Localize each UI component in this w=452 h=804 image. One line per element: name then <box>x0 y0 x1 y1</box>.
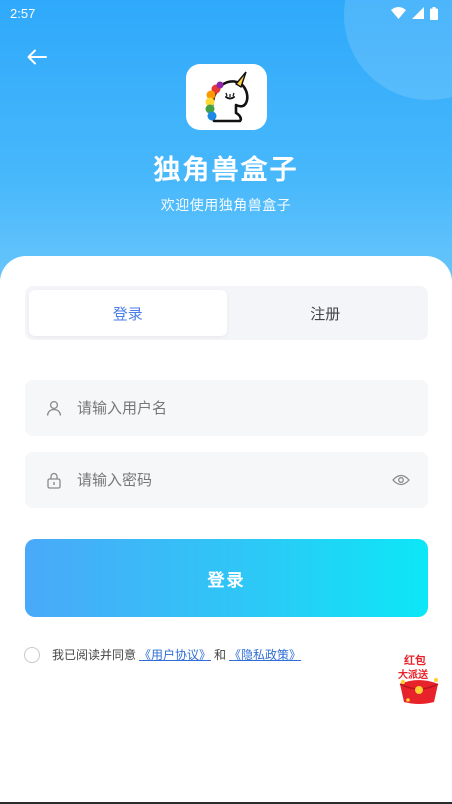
back-button[interactable] <box>22 42 52 72</box>
username-field <box>25 380 428 436</box>
status-bar: 2:57 <box>0 0 452 26</box>
status-icons <box>391 6 438 20</box>
login-button[interactable]: 登录 <box>25 539 428 617</box>
agreement-checkbox[interactable] <box>24 646 40 663</box>
status-time: 2:57 <box>10 5 36 21</box>
user-agreement-link[interactable]: 《用户协议》 <box>139 646 211 663</box>
arrow-left-icon <box>27 49 47 65</box>
red-packet-promo-button[interactable]: 红包 大派送 <box>394 650 444 704</box>
auth-tabs: 登录 注册 <box>25 286 428 340</box>
red-packet-line2: 大派送 <box>398 670 428 681</box>
lock-icon <box>45 471 63 489</box>
agreement-prefix: 我已阅读并同意 <box>52 648 137 662</box>
tab-login[interactable]: 登录 <box>29 290 227 336</box>
login-card: 登录 注册 登录 我已阅读并同意 《用户协议》 和 《隐私政策》 <box>0 256 452 804</box>
tab-register[interactable]: 注册 <box>227 290 425 336</box>
username-input[interactable] <box>77 399 412 417</box>
agreement-conjunction: 和 <box>214 648 227 662</box>
password-input[interactable] <box>77 471 390 489</box>
battery-icon <box>430 6 438 20</box>
app-title: 独角兽盒子 <box>153 155 299 186</box>
app-logo <box>186 64 267 130</box>
agreement-row: 我已阅读并同意 《用户协议》 和 《隐私政策》 <box>24 646 304 663</box>
signal-icon <box>412 7 424 19</box>
password-field <box>25 452 428 508</box>
user-icon <box>45 399 63 417</box>
app-subtitle: 欢迎使用独角兽盒子 <box>160 198 292 214</box>
unicorn-logo <box>205 71 249 123</box>
eye-icon[interactable] <box>390 469 412 491</box>
privacy-policy-link[interactable]: 《隐私政策》 <box>229 646 301 663</box>
wifi-icon <box>391 7 406 19</box>
